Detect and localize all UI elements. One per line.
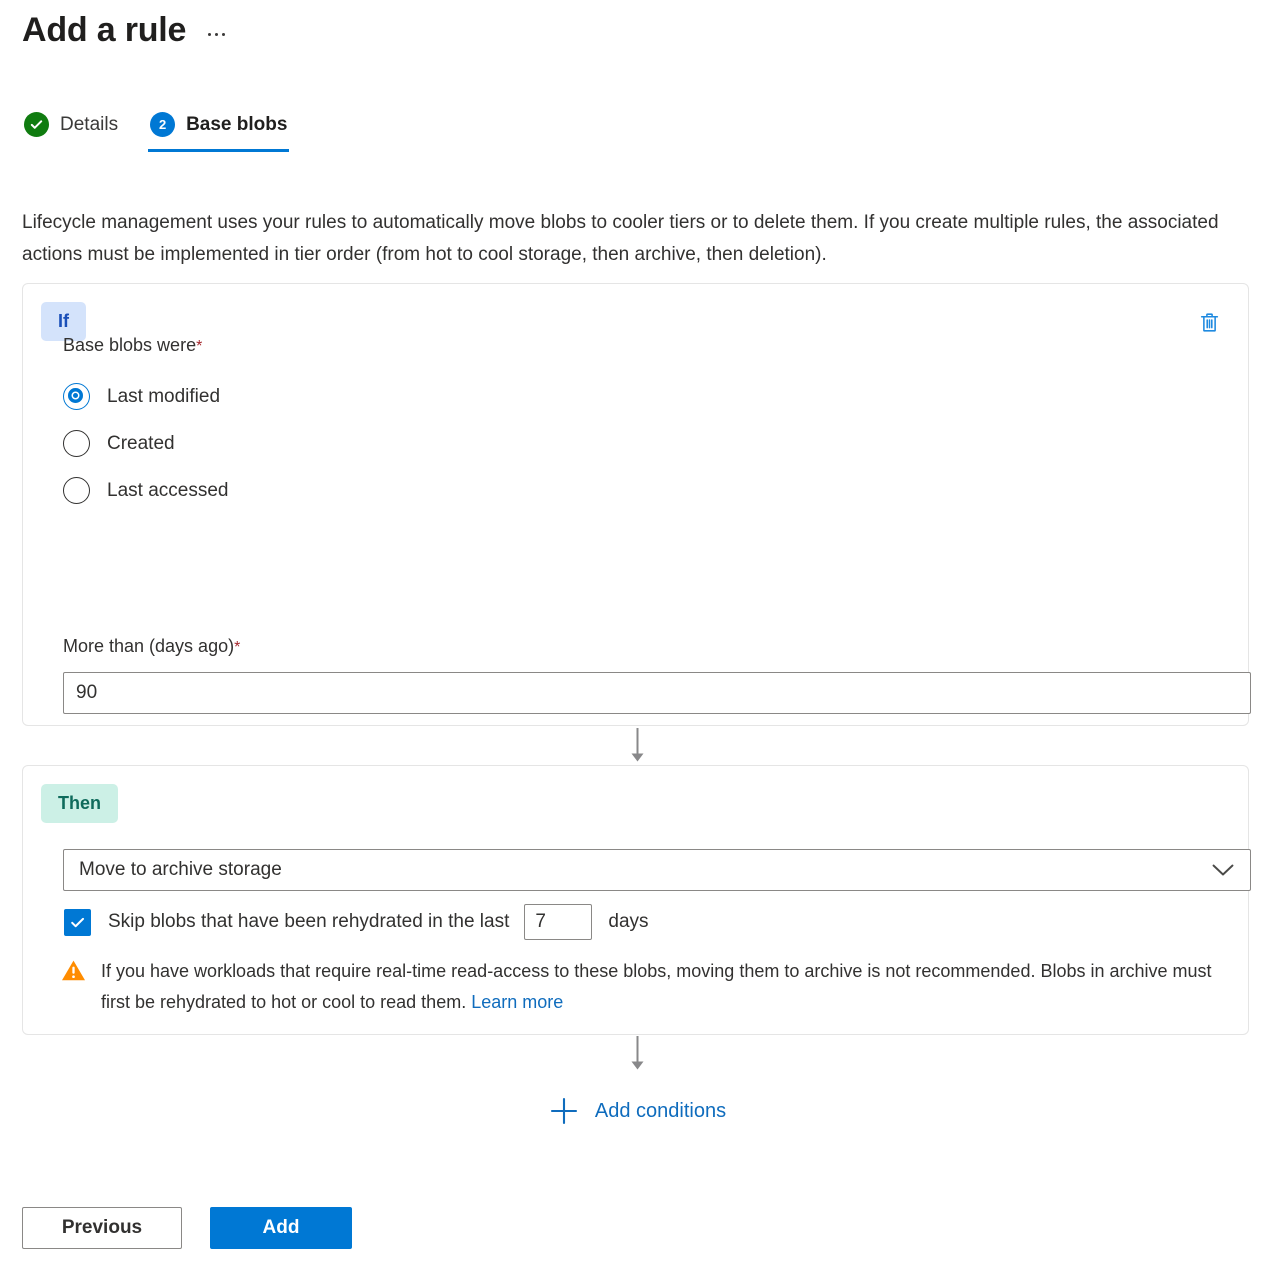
- warning-triangle-icon: [61, 959, 86, 1018]
- more-than-days-label-wrap: More than (days ago)*: [63, 635, 240, 658]
- radio-mark: [63, 477, 90, 504]
- radio-created-label: Created: [107, 432, 175, 456]
- base-blobs-were-radio-group: Last modified Created Last accessed: [63, 383, 228, 504]
- skip-rehydrated-checkbox[interactable]: [64, 909, 91, 936]
- then-action-card: Then Move to archive storage Skip blobs …: [22, 765, 1249, 1035]
- tab-details[interactable]: Details: [22, 112, 120, 152]
- connector-arrow-if-then: [621, 728, 654, 764]
- days-suffix-label: days: [608, 910, 648, 934]
- required-marker: *: [196, 338, 202, 355]
- radio-created[interactable]: Created: [63, 430, 228, 457]
- radio-mark: [63, 430, 90, 457]
- wizard-tabs: Details 2 Base blobs: [22, 112, 289, 152]
- base-blobs-were-label-wrap: Base blobs were*: [63, 334, 202, 357]
- page-description: Lifecycle management uses your rules to …: [22, 207, 1247, 271]
- radio-last-modified-label: Last modified: [107, 385, 220, 409]
- if-condition-card: If Base blobs were* Last modified Create…: [22, 283, 1249, 726]
- action-dropdown[interactable]: Move to archive storage: [63, 849, 1251, 891]
- footer-actions: Previous Add: [22, 1207, 352, 1249]
- action-dropdown-value: Move to archive storage: [64, 858, 1212, 882]
- title-row: Add a rule: [22, 8, 229, 52]
- archive-warning-text: If you have workloads that require real-…: [101, 961, 1212, 1012]
- add-conditions-label: Add conditions: [595, 1098, 726, 1124]
- plus-icon: [549, 1096, 579, 1126]
- tab-base-blobs[interactable]: 2 Base blobs: [148, 112, 289, 152]
- add-rule-page: Add a rule Details 2 Base blobs Lifecycl…: [0, 0, 1275, 1272]
- step-number-badge: 2: [150, 112, 175, 137]
- chevron-down-icon: [1212, 864, 1250, 877]
- archive-warning-text-wrap: If you have workloads that require real-…: [101, 956, 1221, 1018]
- learn-more-link[interactable]: Learn more: [471, 992, 563, 1012]
- radio-mark: [63, 383, 90, 410]
- more-menu-icon[interactable]: [204, 27, 229, 42]
- radio-last-accessed[interactable]: Last accessed: [63, 477, 228, 504]
- tab-base-blobs-label: Base blobs: [186, 113, 287, 137]
- then-badge: Then: [41, 784, 118, 823]
- base-blobs-were-label: Base blobs were: [63, 335, 196, 355]
- tab-details-label: Details: [60, 113, 118, 137]
- rehydrate-days-input[interactable]: [524, 904, 592, 940]
- check-icon: [24, 112, 49, 137]
- skip-rehydrated-label: Skip blobs that have been rehydrated in …: [108, 910, 509, 934]
- radio-last-modified[interactable]: Last modified: [63, 383, 228, 410]
- page-title: Add a rule: [22, 8, 186, 52]
- trash-icon[interactable]: [1193, 306, 1226, 339]
- archive-warning: If you have workloads that require real-…: [61, 956, 1221, 1018]
- previous-button[interactable]: Previous: [22, 1207, 182, 1249]
- required-marker: *: [234, 639, 240, 656]
- skip-rehydrated-row: Skip blobs that have been rehydrated in …: [64, 904, 649, 940]
- add-conditions-button[interactable]: Add conditions: [0, 1095, 1275, 1127]
- days-ago-input[interactable]: [63, 672, 1251, 714]
- connector-arrow-then-add: [621, 1036, 654, 1072]
- add-button[interactable]: Add: [210, 1207, 352, 1249]
- more-than-days-label: More than (days ago): [63, 636, 234, 656]
- radio-last-accessed-label: Last accessed: [107, 479, 228, 503]
